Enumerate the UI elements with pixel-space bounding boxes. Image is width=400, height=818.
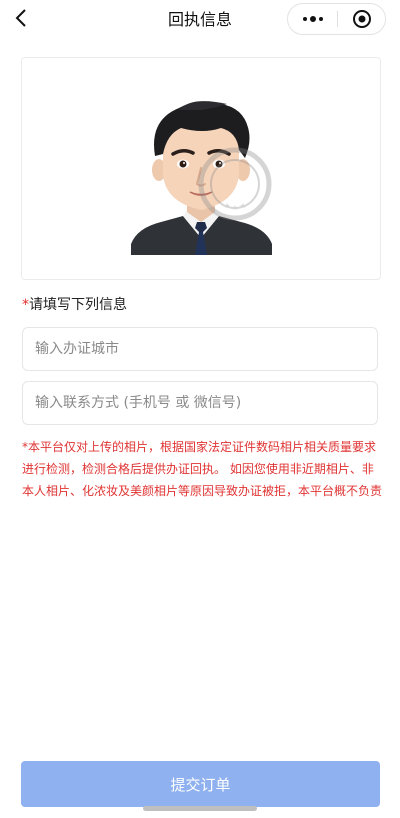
contact-input[interactable]	[23, 382, 377, 424]
city-input[interactable]	[23, 328, 377, 370]
photo-preview-card[interactable]	[21, 57, 381, 280]
home-indicator[interactable]	[143, 806, 257, 811]
more-button[interactable]	[288, 4, 337, 34]
more-dots-icon	[302, 16, 323, 22]
mini-program-capsule	[287, 3, 386, 35]
id-photo-portrait	[131, 101, 272, 255]
disclaimer-notice: *本平台仅对上传的相片，根据国家法定证件数码相片相关质量要求进行检测，检测合格后…	[22, 440, 383, 498]
target-circle-icon	[352, 10, 371, 28]
form-section-label: *请填写下列信息	[22, 294, 127, 314]
section-label-text: 请填写下列信息	[29, 297, 127, 313]
contact-field[interactable]	[22, 381, 378, 425]
submit-order-button[interactable]: 提交订单	[21, 761, 380, 807]
navigation-bar: 回执信息	[0, 0, 400, 36]
required-mark: *	[22, 297, 29, 313]
close-mini-program-button[interactable]	[338, 4, 385, 34]
city-field[interactable]	[22, 327, 378, 371]
